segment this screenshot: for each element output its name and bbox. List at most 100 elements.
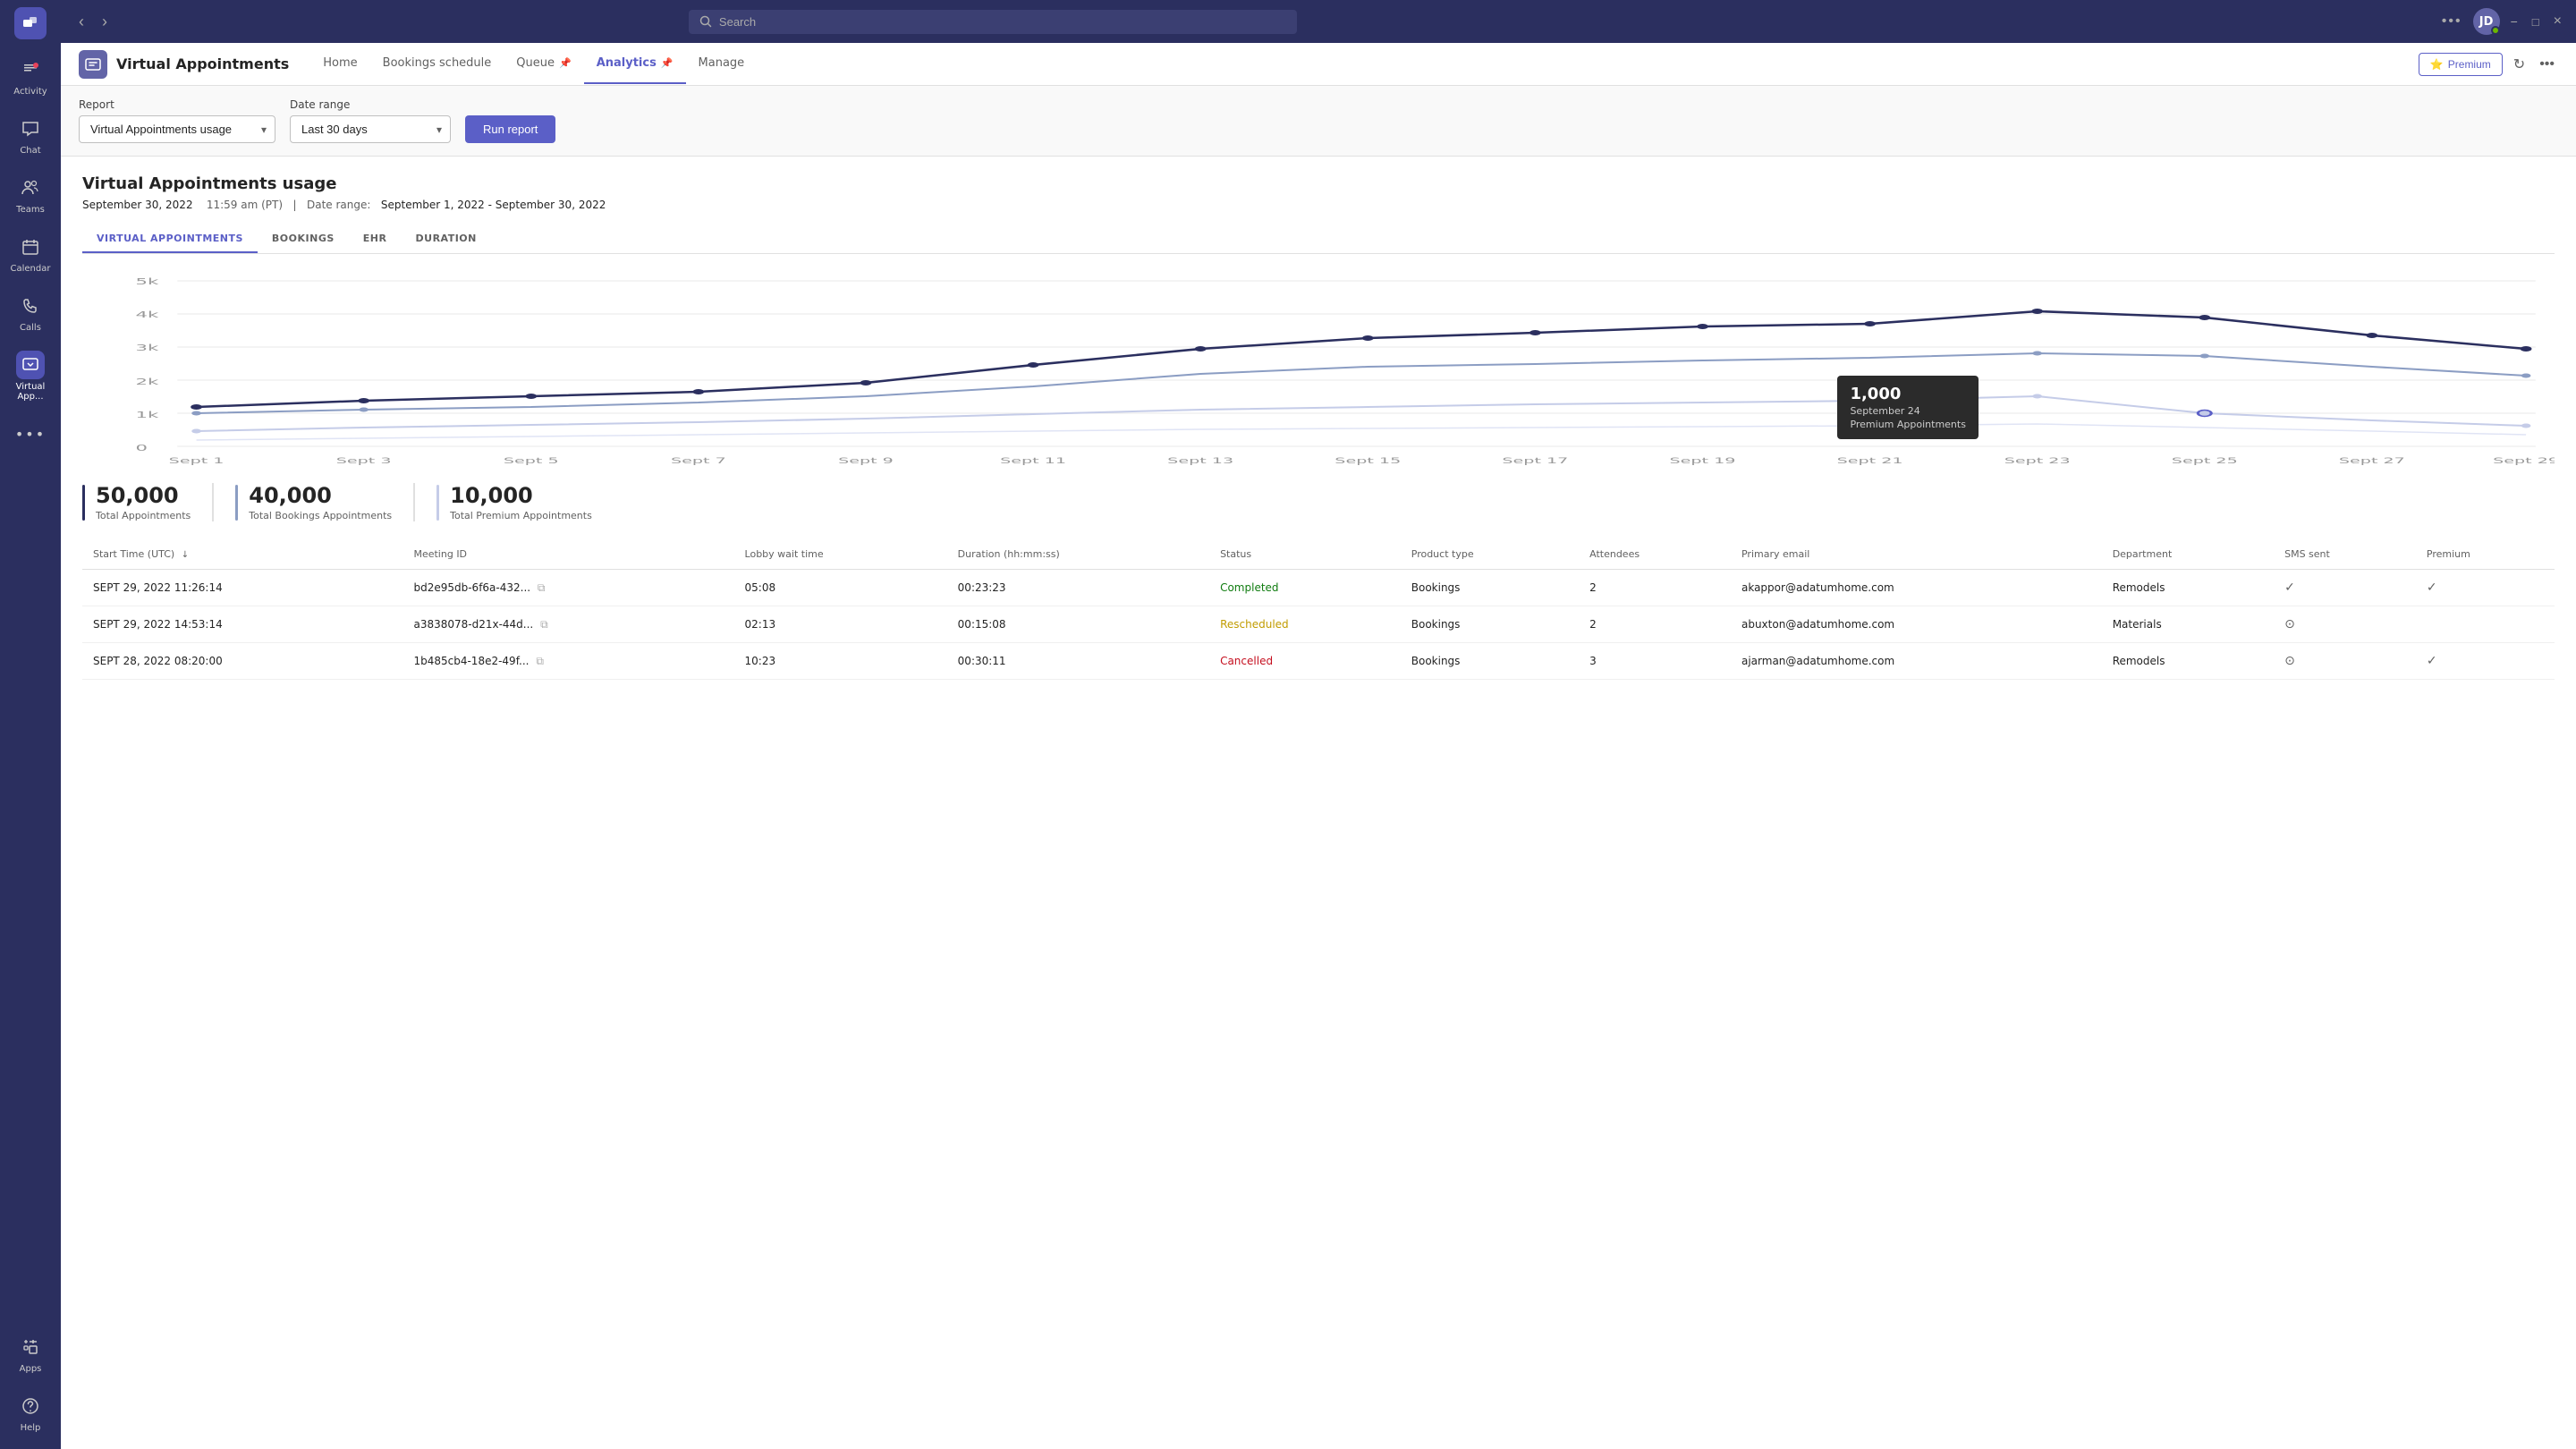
stat-item-total: 50,000 Total Appointments [82, 483, 214, 521]
svg-text:Sept 11: Sept 11 [1000, 456, 1066, 465]
col-product-type: Product type [1401, 539, 1579, 570]
minimize-button[interactable]: − [2507, 11, 2521, 32]
col-meeting-id: Meeting ID [402, 539, 733, 570]
date-range-select[interactable]: Last 30 days [290, 115, 451, 143]
stat-bar-bookings [235, 485, 238, 521]
cell-meeting-id: 1b485cb4-18e2-49f... ⧉ [402, 643, 733, 680]
cell-lobby-wait: 10:23 [734, 643, 947, 680]
col-start-time[interactable]: Start Time (UTC) ↓ [82, 539, 402, 570]
cell-meeting-id: a3838078-d21x-44d... ⧉ [402, 606, 733, 643]
tab-ehr[interactable]: EHR [349, 225, 402, 253]
svg-text:4k: 4k [136, 309, 159, 319]
cell-start-time: SEPT 29, 2022 11:26:14 [82, 570, 402, 606]
chat-icon [16, 114, 45, 143]
virtual-app-icon [16, 351, 45, 379]
svg-text:3k: 3k [136, 343, 159, 352]
content-area: Virtual Appointments Home Bookings sched… [61, 43, 2576, 1449]
stat-value-bookings: 40,000 [249, 483, 392, 508]
stat-item-bookings: 40,000 Total Bookings Appointments [235, 483, 415, 521]
sidebar-label-apps: Apps [20, 1364, 42, 1374]
app-title-group: Virtual Appointments [79, 50, 289, 79]
sidebar-item-chat[interactable]: Chat [0, 107, 61, 163]
sort-icon: ↓ [182, 550, 189, 560]
report-select[interactable]: Virtual Appointments usage [79, 115, 275, 143]
tab-bookings[interactable]: BOOKINGS [258, 225, 349, 253]
svg-text:Sept 5: Sept 5 [504, 456, 559, 465]
stat-label-premium: Total Premium Appointments [450, 510, 592, 521]
svg-text:1k: 1k [136, 410, 159, 419]
report-label: Report [79, 98, 275, 111]
nav-item-analytics[interactable]: Analytics 📌 [584, 44, 686, 84]
more-options-button[interactable]: ••• [2438, 10, 2466, 33]
header-more-button[interactable]: ••• [2536, 53, 2558, 76]
stat-item-premium: 10,000 Total Premium Appointments [436, 483, 614, 521]
date-range-label: Date range [290, 98, 451, 111]
close-button[interactable]: × [2550, 10, 2565, 33]
nav-item-manage[interactable]: Manage [686, 44, 758, 84]
sidebar-item-teams[interactable]: Teams [0, 166, 61, 222]
svg-text:Sept 15: Sept 15 [1335, 456, 1401, 465]
copy-icon-2[interactable]: ⧉ [540, 618, 548, 631]
run-report-button[interactable]: Run report [465, 115, 555, 143]
header-actions: ⭐ Premium ↻ ••• [2419, 52, 2558, 77]
avatar-wrapper[interactable]: JD [2473, 8, 2500, 35]
sidebar-item-calls[interactable]: Calls [0, 284, 61, 340]
cell-premium: ✓ [2416, 570, 2555, 606]
refresh-button[interactable]: ↻ [2510, 52, 2529, 77]
svg-text:Sept 1: Sept 1 [169, 456, 225, 465]
copy-icon-1[interactable]: ⧉ [538, 581, 546, 594]
col-lobby-wait: Lobby wait time [734, 539, 947, 570]
report-controls: Report Virtual Appointments usage ▾ Date… [61, 86, 2576, 157]
sidebar-item-virtual-app[interactable]: Virtual App... [0, 343, 61, 409]
sidebar-item-help[interactable]: Help [0, 1385, 61, 1440]
cell-lobby-wait: 05:08 [734, 570, 947, 606]
nav-item-queue[interactable]: Queue 📌 [504, 44, 583, 84]
sidebar-item-more[interactable]: ••• [0, 412, 61, 455]
tab-virtual-appointments[interactable]: VIRTUAL APPOINTMENTS [82, 225, 258, 253]
cell-department: Remodels [2102, 570, 2274, 606]
sidebar-item-calendar[interactable]: Calendar [0, 225, 61, 281]
nav-item-home[interactable]: Home [310, 44, 369, 84]
report-select-wrapper: Virtual Appointments usage ▾ [79, 115, 275, 143]
report-control-group: Report Virtual Appointments usage ▾ [79, 98, 275, 143]
svg-text:Sept 19: Sept 19 [1670, 456, 1736, 465]
sidebar-item-activity[interactable]: Activity [0, 48, 61, 104]
queue-pin-icon: 📌 [559, 57, 572, 69]
back-button[interactable]: ‹ [72, 9, 91, 35]
tab-duration[interactable]: DURATION [402, 225, 491, 253]
stats-row: 50,000 Total Appointments 40,000 Total B… [82, 483, 2555, 521]
col-attendees: Attendees [1579, 539, 1731, 570]
svg-text:Sept 9: Sept 9 [838, 456, 894, 465]
svg-text:Sept 21: Sept 21 [1837, 456, 1903, 465]
cell-duration: 00:15:08 [947, 606, 1209, 643]
maximize-button[interactable]: □ [2529, 12, 2543, 32]
sidebar-item-apps[interactable]: Apps [0, 1326, 61, 1381]
svg-text:Sept 17: Sept 17 [1502, 456, 1568, 465]
col-department: Department [2102, 539, 2274, 570]
col-primary-email: Primary email [1731, 539, 2102, 570]
search-bar [689, 10, 1297, 34]
nav-item-bookings-schedule[interactable]: Bookings schedule [370, 44, 504, 84]
premium-button[interactable]: ⭐ Premium [2419, 53, 2503, 76]
search-input-wrapper [689, 10, 1297, 34]
forward-button[interactable]: › [95, 9, 114, 35]
stat-label-total: Total Appointments [96, 510, 191, 521]
cell-department: Materials [2102, 606, 2274, 643]
calls-icon [16, 292, 45, 320]
topbar: ‹ › ••• JD − □ × [61, 0, 2576, 43]
copy-icon-3[interactable]: ⧉ [536, 655, 544, 667]
sidebar-label-teams: Teams [16, 205, 45, 215]
teams-logo[interactable] [14, 7, 47, 39]
cell-sms-sent: ⊙ [2274, 643, 2416, 680]
cell-email: akappor@adatumhome.com [1731, 570, 2102, 606]
cell-meeting-id: bd2e95db-6f6a-432... ⧉ [402, 570, 733, 606]
svg-text:2k: 2k [136, 377, 159, 386]
report-title: Virtual Appointments usage [82, 174, 2555, 193]
search-input[interactable] [719, 15, 1286, 29]
cell-start-time: SEPT 28, 2022 08:20:00 [82, 643, 402, 680]
cell-sms-sent: ✓ [2274, 570, 2416, 606]
chart-container: 5k 4k 3k 2k 1k 0 Sept 1 Sept 3 Sept 5 [82, 268, 2555, 465]
chart-svg: 5k 4k 3k 2k 1k 0 Sept 1 Sept 3 Sept 5 [82, 268, 2555, 465]
cell-start-time: SEPT 29, 2022 14:53:14 [82, 606, 402, 643]
help-icon [16, 1392, 45, 1420]
